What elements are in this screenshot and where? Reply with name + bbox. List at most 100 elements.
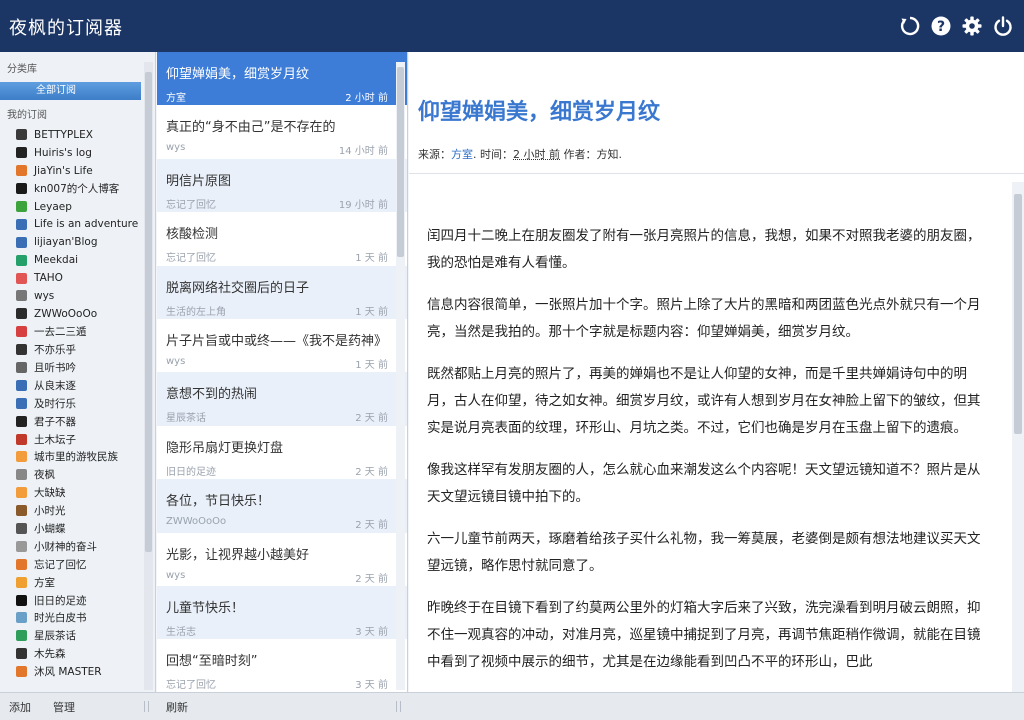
article-list-item[interactable]: 儿童节快乐！ 生活志 3 天 前	[157, 585, 407, 640]
feed-item[interactable]: 方室	[16, 573, 155, 591]
feed-item[interactable]: 时光白皮书	[16, 609, 155, 627]
feed-item[interactable]: 忘记了回忆	[16, 555, 155, 573]
article-title: 仰望婵娟美，细赏岁月纹	[418, 100, 661, 125]
feed-item[interactable]: 木先森	[16, 645, 155, 663]
feed-sidebar: 分类库 全部订阅 我的订阅 BETTYPLEX Huiris's log JiaYi…	[0, 52, 156, 692]
feed-item[interactable]: 小时光	[16, 502, 155, 520]
article-list-scrollbar[interactable]	[396, 62, 405, 690]
manage-button[interactable]: 管理	[53, 699, 75, 715]
article-item-title: 片子片旨或中或终——《我不是药神》	[166, 333, 388, 349]
feed-favicon-icon	[16, 540, 27, 552]
feed-item[interactable]: 君子不器	[16, 412, 155, 430]
feed-item[interactable]: BETTYPLEX	[16, 126, 155, 144]
feed-item[interactable]: 一去二三遁	[16, 323, 155, 341]
article-time: 2 小时 前	[513, 148, 560, 161]
scrollbar-thumb[interactable]	[1014, 194, 1022, 434]
feed-favicon-icon	[16, 576, 27, 588]
article-item-title: 隐形吊扇灯更换灯盘	[166, 440, 284, 456]
article-list-item[interactable]: 隐形吊扇灯更换灯盘旧日的足迹 2 天 前	[157, 426, 407, 479]
feed-item[interactable]: 小财神的奋斗	[16, 537, 155, 555]
feed-item[interactable]: 星辰茶话	[16, 627, 155, 645]
feed-label: 大缺缺	[34, 487, 66, 500]
feed-item[interactable]: 且听书吟	[16, 359, 155, 377]
feed-item[interactable]: 从良末逐	[16, 376, 155, 394]
feed-favicon-icon	[16, 630, 27, 642]
article-item-title: 真正的“身不由己”是不存在的	[166, 120, 336, 136]
feed-label: Life is an adventure	[34, 218, 139, 231]
feed-label: 木先森	[34, 648, 66, 661]
article-item-meta: 旧日的足迹 2 天 前	[166, 463, 388, 478]
article-list-item[interactable]: 核酸检测 忘记了回忆 1 天 前	[157, 212, 407, 265]
help-icon[interactable]: ?	[930, 15, 952, 37]
feed-item[interactable]: 大缺缺	[16, 484, 155, 502]
scrollbar-thumb[interactable]	[145, 72, 152, 552]
article-paragraph: 既然都贴上月亮的照片了，再美的婵娟也不是让人仰望的女神，而是千里共婵娟诗句中的明…	[427, 366, 981, 436]
refresh-button[interactable]: 刷新	[166, 699, 188, 715]
article-item-title: 脱离网络社交圈后的日子	[166, 280, 310, 296]
article-list: 仰望婵娟美，细赏岁月纹 方室 2 小时 前真正的“身不由己”是不存在的 wys 14 小…	[157, 52, 408, 692]
feed-favicon-icon	[16, 594, 27, 606]
feed-label: lijiayan'Blog	[34, 236, 98, 249]
feed-item[interactable]: wys	[16, 287, 155, 305]
header-toolbar: ?	[899, 15, 1014, 37]
feed-favicon-icon	[16, 505, 27, 517]
sidebar-scrollbar[interactable]	[144, 62, 153, 690]
feed-label: 且听书吟	[34, 362, 76, 375]
feed-label: 从良末逐	[34, 379, 76, 392]
source-link[interactable]: 方室	[451, 148, 473, 161]
article-list-item[interactable]: 各位，节日快乐！ ZWWoOoOo 2 天 前	[157, 479, 407, 533]
article-item-time: 2 天 前	[355, 573, 388, 585]
article-item-meta: 忘记了回忆 19 小时 前	[166, 196, 388, 211]
feed-favicon-icon	[16, 183, 27, 195]
article-list-item[interactable]: 片子片旨或中或终——《我不是药神》 wys 1 天 前	[157, 319, 407, 372]
feed-label: 土木坛子	[34, 433, 76, 446]
feed-item[interactable]: 旧日的足迹	[16, 591, 155, 609]
article-item-time: 2 天 前	[355, 466, 388, 478]
article-list-item[interactable]: 真正的“身不由己”是不存在的 wys 14 小时 前	[157, 105, 407, 158]
feed-item[interactable]: kn007的个人博客	[16, 180, 155, 198]
all-subscriptions-item[interactable]: 全部订阅	[0, 82, 141, 100]
article-item-title: 仰望婵娟美，细赏岁月纹	[166, 67, 310, 82]
refresh-icon[interactable]	[899, 15, 921, 37]
article-item-meta: 星辰茶话 2 天 前	[166, 409, 388, 424]
article-list-item[interactable]: 光影，让视界越小越美好 wys 2 天 前	[157, 533, 407, 586]
list-resize-handle[interactable]	[396, 701, 401, 712]
article-paragraph: 像我这样罕有发朋友圈的人，怎么就心血来潮发这么个内容呢！天文望远镜知道不？照片是…	[427, 462, 981, 505]
article-list-item[interactable]: 回想“至暗时刻” 忘记了回忆 3 天 前	[157, 639, 407, 692]
article-list-item[interactable]: 意想不到的热闹 星辰茶话 2 天 前	[157, 372, 407, 426]
article-item-time: 3 天 前	[355, 680, 388, 692]
feed-favicon-icon	[16, 272, 27, 284]
feed-item[interactable]: 城市里的游牧民族	[16, 448, 155, 466]
feed-item[interactable]: 及时行乐	[16, 394, 155, 412]
article-item-source: 方室	[166, 93, 186, 104]
feed-item[interactable]: Leyaep	[16, 198, 155, 216]
feed-item[interactable]: 不亦乐乎	[16, 341, 155, 359]
feed-item[interactable]: Huiris's log	[16, 144, 155, 162]
feed-favicon-icon	[16, 129, 27, 141]
add-button[interactable]: 添加	[9, 699, 31, 715]
article-list-item[interactable]: 明信片原图 忘记了回忆 19 小时 前	[157, 158, 407, 213]
feed-item[interactable]: JiaYin's Life	[16, 162, 155, 180]
feed-item[interactable]: 沐风 MASTER	[16, 663, 155, 681]
feed-item[interactable]: Life is an adventure	[16, 215, 155, 233]
feed-item[interactable]: ZWWoOoOo	[16, 305, 155, 323]
article-item-time: 1 天 前	[355, 253, 388, 265]
gear-icon[interactable]	[961, 15, 983, 37]
feed-item[interactable]: 夜枫	[16, 466, 155, 484]
feed-item[interactable]: 小蝴蝶	[16, 520, 155, 538]
article-item-source: 生活志	[166, 626, 196, 638]
feed-item[interactable]: lijiayan'Blog	[16, 233, 155, 251]
feed-label: wys	[34, 289, 55, 302]
scrollbar-thumb[interactable]	[397, 67, 404, 257]
article-list-item[interactable]: 脱离网络社交圈后的日子 生活的左上角 1 天 前	[157, 265, 407, 319]
article-list-item[interactable]: 仰望婵娟美，细赏岁月纹 方室 2 小时 前	[157, 52, 407, 106]
feed-item[interactable]: 土木坛子	[16, 430, 155, 448]
article-item-meta: 忘记了回忆 3 天 前	[166, 676, 388, 691]
feed-label: 一去二三遁	[34, 326, 87, 339]
article-item-source: 星辰茶话	[166, 413, 206, 425]
feed-item[interactable]: Meekdai	[16, 251, 155, 269]
sidebar-resize-handle[interactable]	[144, 701, 149, 712]
reader-scrollbar[interactable]	[1012, 182, 1024, 692]
feed-item[interactable]: TAHO	[16, 269, 155, 287]
power-icon[interactable]	[992, 15, 1014, 37]
